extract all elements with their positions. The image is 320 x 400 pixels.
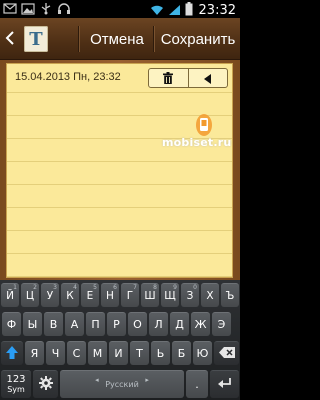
key[interactable]: Ш8 [141,283,159,307]
chevron-left-icon [5,30,15,49]
notification-icons [3,2,71,15]
clock: 23:32 [198,3,236,18]
headset-icon [57,2,71,15]
usb-icon [39,2,53,15]
key[interactable]: Ц2 [21,283,39,307]
key[interactable]: Ч [46,341,65,365]
key[interactable]: И [109,341,128,365]
watermark: mobiset.ru [162,112,242,154]
key[interactable]: М [88,341,107,365]
note-paper[interactable]: 15.04.2013 Пн, 23:32 mobiset.ru [6,63,233,278]
app-icon: T [24,26,48,52]
key[interactable]: З0 [181,283,199,307]
key[interactable]: С [67,341,86,365]
sms-icon [3,2,17,15]
key[interactable]: Я [25,341,44,365]
key[interactable]: Л [149,312,168,336]
cancel-button[interactable]: Отмена [82,18,152,60]
key[interactable]: У3 [41,283,59,307]
divider [78,26,79,52]
image-icon [21,2,35,15]
watermark-logo-icon [196,114,212,136]
key[interactable]: Х [201,283,219,307]
shift-arrow-icon [6,345,18,362]
enter-arrow-icon [217,377,232,392]
delete-button[interactable] [149,69,188,87]
keyboard: Й1 Ц2 У3 К4 Е5 Н6 Г7 Ш8 Щ9 З0 Х Ъ Ф Ы В … [0,280,240,400]
note-toolbar [148,68,228,88]
key[interactable]: Щ9 [161,283,179,307]
collapse-arrow-icon [203,69,212,88]
key[interactable]: Ы [23,312,42,336]
status-bar: 23:32 [0,0,240,18]
key[interactable]: Й1 [1,283,19,307]
space-key[interactable]: ◂ ▸ Русский [60,370,184,398]
trash-icon [162,69,174,88]
action-bar: T Отмена Сохранить [0,18,240,60]
key[interactable]: Р [107,312,126,336]
keyboard-row-4: 123 Sym ◂ ▸ Русский . [0,370,240,398]
key[interactable]: Ж [191,312,210,336]
backspace-icon [218,346,235,361]
shift-key[interactable] [1,341,23,365]
settings-key[interactable] [33,370,58,398]
key[interactable]: Г7 [121,283,139,307]
collapse-button[interactable] [187,69,228,88]
gear-icon [38,376,53,393]
key[interactable]: Н6 [101,283,119,307]
divider [153,26,154,52]
key[interactable]: К4 [61,283,79,307]
keyboard-row-3: Я Ч С М И Т Ь Б Ю [0,341,240,365]
watermark-text: mobiset.ru [162,136,232,149]
key[interactable]: Д [170,312,189,336]
key[interactable]: В [44,312,63,336]
note-date: 15.04.2013 Пн, 23:32 [15,71,121,83]
language-switch-arrows-icon: ◂ ▸ [95,376,149,384]
symbols-key[interactable]: 123 Sym [1,370,31,398]
key[interactable]: Б [172,341,191,365]
key[interactable]: Е5 [81,283,99,307]
period-key[interactable]: . [186,370,208,398]
key[interactable]: Э [212,312,231,336]
backspace-key[interactable] [214,341,239,365]
note-background: 15.04.2013 Пн, 23:32 mobiset.ru [0,60,240,280]
save-button[interactable]: Сохранить [156,18,240,60]
key[interactable]: Ь [151,341,170,365]
key[interactable]: П [86,312,105,336]
key[interactable]: Ъ [221,283,239,307]
keyboard-row-1: Й1 Ц2 У3 К4 Е5 Н6 Г7 Ш8 Щ9 З0 Х Ъ [0,283,240,307]
enter-key[interactable] [210,370,239,398]
key[interactable]: Ф [2,312,21,336]
key[interactable]: О [128,312,147,336]
key[interactable]: Ю [193,341,212,365]
keyboard-row-2: Ф Ы В А П Р О Л Д Ж Э [0,312,240,336]
key[interactable]: Т [130,341,149,365]
key[interactable]: А [65,312,84,336]
